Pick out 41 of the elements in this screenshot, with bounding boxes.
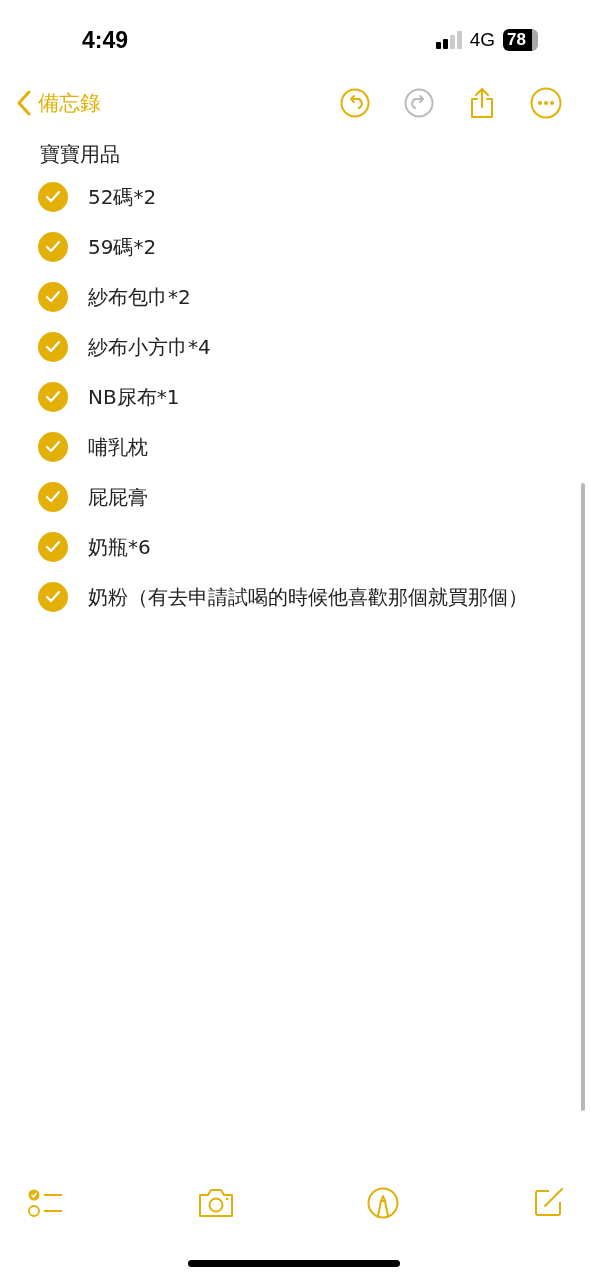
share-button[interactable] — [468, 87, 496, 119]
checklist-item-text: 奶瓶*6 — [88, 534, 151, 561]
checkmark-icon — [45, 440, 61, 454]
note-title: 寶寶用品 — [39, 141, 121, 168]
chevron-left-icon — [16, 90, 32, 116]
checklist-item-text: 59碼*2 — [88, 234, 157, 261]
checkmark-icon — [45, 340, 61, 354]
checkmark-icon — [45, 390, 61, 404]
checklist-item-text: 屁屁膏 — [88, 484, 148, 511]
checkmark-icon — [45, 540, 61, 554]
back-button[interactable]: 備忘錄 — [16, 89, 101, 117]
checkmark-icon — [45, 290, 61, 304]
battery-indicator: 78 — [503, 29, 538, 51]
checkmark-icon — [45, 190, 61, 204]
checkbox[interactable] — [38, 382, 68, 412]
undo-button[interactable] — [340, 88, 370, 118]
checkmark-icon — [45, 590, 61, 604]
checklist-item-text: 紗布包巾*2 — [88, 284, 191, 311]
checkbox[interactable] — [38, 232, 68, 262]
markup-button[interactable] — [367, 1187, 400, 1219]
checklist-item-text: 奶粉（有去申請試喝的時候他喜歡那個就買那個） — [88, 584, 528, 611]
network-label: 4G — [469, 29, 496, 51]
checkbox[interactable] — [38, 432, 68, 462]
checkmark-icon — [45, 490, 61, 504]
checkmark-icon — [45, 240, 61, 254]
signal-icon — [435, 31, 462, 49]
checklist-button[interactable] — [28, 1188, 64, 1218]
checkbox[interactable] — [38, 332, 68, 362]
checklist-item-text: 哺乳枕 — [88, 434, 148, 461]
checkbox[interactable] — [38, 532, 68, 562]
more-button[interactable] — [530, 87, 562, 119]
checkbox[interactable] — [38, 182, 68, 212]
checklist-item-text: NB尿布*1 — [88, 384, 180, 411]
status-time: 4:49 — [82, 26, 129, 54]
checkbox[interactable] — [38, 282, 68, 312]
checklist-item-text: 紗布小方巾*4 — [88, 334, 211, 361]
camera-button[interactable] — [196, 1188, 235, 1218]
checkbox[interactable] — [38, 482, 68, 512]
redo-button[interactable] — [404, 88, 434, 118]
checklist-item-text: 52碼*2 — [88, 184, 157, 211]
checkbox[interactable] — [38, 582, 68, 612]
